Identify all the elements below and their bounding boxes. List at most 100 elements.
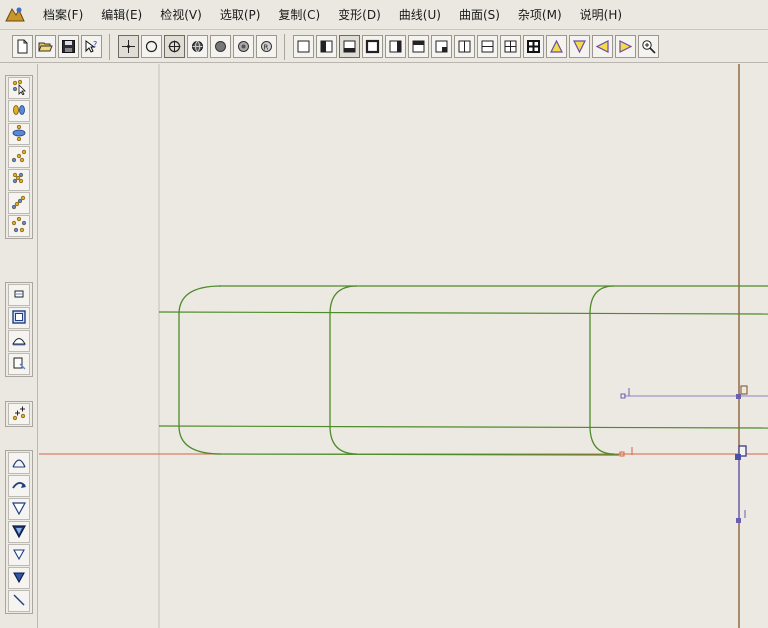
rectangle-small-tool-button[interactable]: [8, 284, 30, 306]
help-pointer-icon: ?: [84, 39, 99, 54]
view-bottom-button[interactable]: [339, 35, 360, 58]
crosshair-point-icon: [121, 39, 136, 54]
menu-bar: 档案(F) 编辑(E) 检视(V) 选取(P) 复制(C) 变形(D) 曲线(U) 曲面(S)…: [0, 0, 768, 30]
split-horizontal-button[interactable]: [477, 35, 498, 58]
toolbox-group-4: [5, 450, 33, 614]
menu-view[interactable]: 检视(V): [151, 5, 211, 25]
open-file-button[interactable]: [35, 35, 56, 58]
center-snap-button[interactable]: [164, 35, 185, 58]
rotate-sphere-icon: R: [259, 39, 274, 54]
window-bottom-icon: [342, 39, 357, 54]
view-right-button[interactable]: [385, 35, 406, 58]
triangle-down-bold-small-tool-button[interactable]: [8, 567, 30, 589]
rotate-arrow-tool-button[interactable]: [8, 475, 30, 497]
plus-points-tool-button[interactable]: [8, 403, 30, 425]
line-tool-icon: [11, 592, 27, 611]
triangle-down-bold-icon: [11, 523, 27, 542]
rotate-arrow-icon: [11, 477, 27, 496]
open-folder-icon: [38, 39, 53, 54]
app-logo-icon[interactable]: [4, 4, 26, 26]
triangle-down-small-tool-button[interactable]: [8, 544, 30, 566]
viewport-canvas[interactable]: [39, 64, 768, 628]
diagonal-points-tool-button[interactable]: [8, 192, 30, 214]
rectangle-frame-tool-button[interactable]: [8, 307, 30, 329]
ellipse-points-tool-button[interactable]: [8, 123, 30, 145]
menu-file[interactable]: 档案(F): [34, 5, 92, 25]
save-icon: [61, 39, 76, 54]
split-four-bold-icon: [526, 39, 541, 54]
menu-surface[interactable]: 曲面(S): [450, 5, 509, 25]
toolbox-group-3: [5, 401, 33, 427]
view-left-arrow-button[interactable]: [592, 35, 613, 58]
menu-curve[interactable]: 曲线(U): [390, 5, 450, 25]
split-vertical-icon: [457, 39, 472, 54]
triangle-up-icon: [549, 39, 564, 54]
window-full-icon: [365, 39, 380, 54]
toolbox-group-1: [5, 75, 33, 239]
window-right-icon: [388, 39, 403, 54]
left-toolbox: [0, 64, 38, 628]
arc-base-tool-button[interactable]: [8, 330, 30, 352]
new-file-button[interactable]: [12, 35, 33, 58]
grid-points-icon: [11, 171, 27, 190]
render-view-button[interactable]: [233, 35, 254, 58]
scatter-points-icon: [11, 148, 27, 167]
rect-edit-icon: [11, 355, 27, 374]
menu-copy[interactable]: 复制(C): [269, 5, 329, 25]
circle-cross-icon: [167, 39, 182, 54]
svg-text:?: ?: [93, 40, 97, 49]
view-corner-button[interactable]: [431, 35, 452, 58]
split-horizontal-icon: [480, 39, 495, 54]
menu-misc[interactable]: 杂项(M): [509, 5, 571, 25]
select-pair-icon: [11, 102, 27, 121]
help-pointer-button[interactable]: ?: [81, 35, 102, 58]
select-pointer-icon: [11, 79, 27, 98]
shaded-view-button[interactable]: [210, 35, 231, 58]
render-sphere-icon: [236, 39, 251, 54]
arch-icon: [11, 454, 27, 473]
triangle-right-icon: [618, 39, 633, 54]
menu-edit[interactable]: 编辑(E): [92, 5, 151, 25]
new-file-icon: [15, 39, 30, 54]
view-single-button[interactable]: [293, 35, 314, 58]
line-tool-tool-button[interactable]: [8, 590, 30, 612]
main-toolbar: ? R: [0, 31, 768, 63]
toolbar-separator: [284, 33, 290, 60]
sphere-grid-icon: [190, 39, 205, 54]
arc-base-icon: [11, 332, 27, 351]
circle-snap-button[interactable]: [141, 35, 162, 58]
select-pointer-tool-button[interactable]: [8, 77, 30, 99]
view-right-arrow-button[interactable]: [615, 35, 636, 58]
circle-icon: [144, 39, 159, 54]
split-vertical-button[interactable]: [454, 35, 475, 58]
view-top-button[interactable]: [408, 35, 429, 58]
sphere-view-button[interactable]: [187, 35, 208, 58]
arch-tool-button[interactable]: [8, 452, 30, 474]
triangle-down-outline-tool-button[interactable]: [8, 498, 30, 520]
grid-points-tool-button[interactable]: [8, 169, 30, 191]
split-four-bold-button[interactable]: [523, 35, 544, 58]
split-four-button[interactable]: [500, 35, 521, 58]
profile-curve-1: [178, 285, 222, 455]
point-snap-button[interactable]: [118, 35, 139, 58]
rect-edit-tool-button[interactable]: [8, 353, 30, 375]
view-full-button[interactable]: [362, 35, 383, 58]
rotate-view-button[interactable]: R: [256, 35, 277, 58]
scatter-points-tool-button[interactable]: [8, 146, 30, 168]
svg-text:R: R: [264, 44, 269, 52]
view-up-button[interactable]: [546, 35, 567, 58]
menu-select[interactable]: 选取(P): [211, 5, 270, 25]
window-top-icon: [411, 39, 426, 54]
rectangle-frame-icon: [11, 309, 27, 328]
select-pair-tool-button[interactable]: [8, 100, 30, 122]
save-button[interactable]: [58, 35, 79, 58]
triangle-down-bold-tool-button[interactable]: [8, 521, 30, 543]
view-left-button[interactable]: [316, 35, 337, 58]
menu-help[interactable]: 说明(H): [571, 5, 631, 25]
zoom-in-button[interactable]: [638, 35, 659, 58]
filled-circle-icon: [213, 39, 228, 54]
view-down-button[interactable]: [569, 35, 590, 58]
ring-points-tool-button[interactable]: [8, 215, 30, 237]
rectangle-small-icon: [11, 286, 27, 305]
menu-transform[interactable]: 变形(D): [329, 5, 390, 25]
